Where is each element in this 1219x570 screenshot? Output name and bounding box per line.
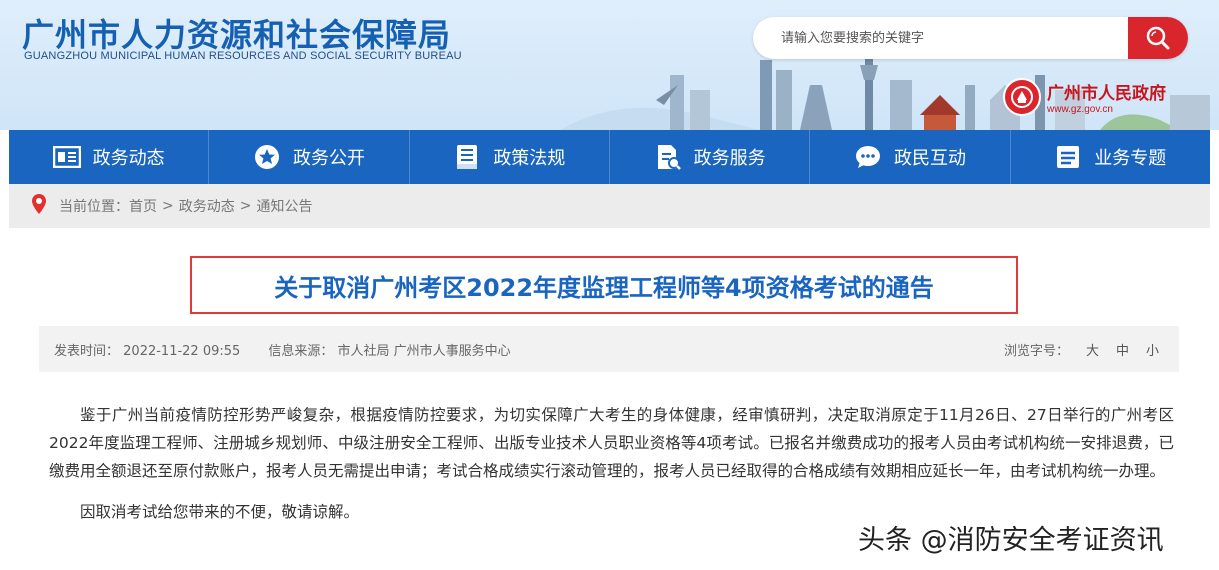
nav-label: 政务服务 [693,148,766,169]
publish-time: 2022-11-22 09:55 [123,343,241,359]
breadcrumb-separator: > [162,198,174,214]
gz-gov-link[interactable]: 广州市人民政府 www.gz.gov.cn [1003,78,1166,116]
source-info: 信息来源： 市人社局 广州市人事服务中心 [268,340,510,359]
font-small-button[interactable]: 小 [1146,340,1159,359]
watermark: 头条 @消防安全考证资讯 [858,525,1164,556]
source-value: 市人社局 广州市人事服务中心 [337,343,511,359]
chat-icon [854,143,882,171]
breadcrumb-current[interactable]: 通知公告 [256,196,312,216]
breadcrumb-home[interactable]: 首页 [129,196,157,216]
article-meta: 发表时间： 2022-11-22 09:55 信息来源： 市人社局 广州市人事服… [39,326,1179,372]
font-size-controls: 浏览字号： 大 中 小 [1004,340,1159,359]
publish-info: 发表时间： 2022-11-22 09:55 [54,340,240,359]
font-size-label: 浏览字号： [1003,343,1069,359]
search-input[interactable] [781,17,1121,59]
search-button[interactable] [1128,17,1188,59]
article-title: 关于取消广州考区2022年度监理工程师等4项资格考试的通告 [274,273,934,302]
breadcrumb: 当前位置： 首页 > 政务动态 > 通知公告 [9,184,1210,228]
site-header: 广州市人力资源和社会保障局 GUANGZHOU MUNICIPAL HUMAN … [0,0,1219,130]
star-icon [253,143,281,171]
nav-item-interaction[interactable]: 政民互动 [810,130,1011,184]
location-pin-icon [31,193,47,219]
gov-name: 广州市人民政府 [1047,84,1166,104]
document-icon [654,143,682,171]
breadcrumb-prefix: 当前位置： [59,199,129,215]
article-paragraph: 鉴于广州当前疫情防控形势严峻复杂，根据疫情防控要求，为切实保障广大考生的身体健康… [49,406,1174,480]
source-label: 信息来源： [268,343,334,359]
nav-item-services[interactable]: 政务服务 [610,130,811,184]
title-highlight-frame: 关于取消广州考区2022年度监理工程师等4项资格考试的通告 [190,256,1018,314]
search-box [753,17,1188,59]
breadcrumb-separator: > [239,198,252,214]
nav-item-topics[interactable]: 业务专题 [1011,130,1210,184]
nav-label: 政民互动 [893,148,966,169]
font-medium-button[interactable]: 中 [1116,340,1129,359]
breadcrumb-section[interactable]: 政务动态 [179,196,235,216]
font-large-button[interactable]: 大 [1086,340,1099,359]
site-subtitle: GUANGZHOU MUNICIPAL HUMAN RESOURCES AND … [24,50,462,62]
nav-label: 政务动态 [92,148,165,169]
search-icon [1146,26,1170,50]
gov-emblem-icon [1003,78,1041,116]
nav-label: 业务专题 [1094,148,1167,169]
nav-item-policies[interactable]: 政策法规 [410,130,610,184]
article-body: 鉴于广州当前疫情防控形势严峻复杂，根据疫情防控要求，为切实保障广大考生的身体健康… [49,401,1174,526]
gov-url: www.gz.gov.cn [1047,104,1113,115]
nav-label: 政策法规 [493,148,566,169]
list-icon [1054,143,1082,171]
main-nav: 政务动态 政务公开 政策法规 政务服务 政民互动 业务专题 [9,130,1210,184]
news-icon [52,143,81,171]
book-icon [453,143,481,171]
publish-label: 发表时间： [54,343,120,359]
nav-item-news[interactable]: 政务动态 [9,130,210,184]
nav-item-open-affairs[interactable]: 政务公开 [209,130,410,184]
nav-label: 政务公开 [292,148,365,169]
